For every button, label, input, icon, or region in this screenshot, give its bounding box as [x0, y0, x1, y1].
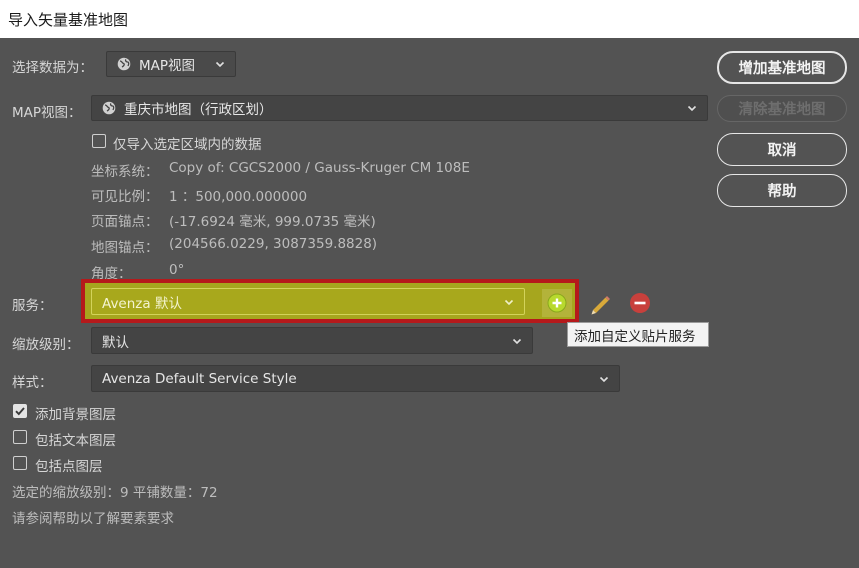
coord-system-value: Copy of: CGCS2000 / Gauss-Kruger CM 108E — [169, 160, 470, 176]
service-label: 服务： — [12, 298, 53, 314]
angle-value: 0° — [169, 262, 185, 278]
page-anchor-label: 页面锚点： — [91, 214, 159, 230]
page-anchor-value: (-17.6924 毫米, 999.0735 毫米) — [169, 214, 376, 230]
map-view-dropdown[interactable]: 重庆市地图（行政区划） — [91, 95, 708, 121]
chevron-down-icon — [504, 299, 514, 305]
add-basemap-button[interactable]: 增加基准地图 — [717, 51, 847, 84]
style-label: 样式： — [12, 375, 53, 391]
help-note-text: 请参阅帮助以了解要素要求 — [12, 511, 174, 527]
window-title: 导入矢量基准地图 — [0, 0, 859, 38]
service-dropdown[interactable]: Avenza 默认 — [91, 288, 525, 315]
zoom-label: 缩放级别： — [12, 337, 80, 353]
zoom-value: 默认 — [102, 334, 129, 351]
add-service-button[interactable] — [542, 289, 572, 317]
edit-service-button[interactable] — [586, 289, 614, 317]
only-selected-checkbox[interactable] — [92, 134, 106, 148]
background-layer-label: 添加背景图层 — [35, 407, 116, 423]
pencil-icon — [591, 296, 610, 315]
map-view-value: 重庆市地图（行政区划） — [124, 102, 273, 118]
coord-system-label: 坐标系统： — [91, 164, 159, 180]
map-view-label: MAP视图： — [12, 105, 82, 121]
background-layer-checkbox[interactable] — [13, 404, 27, 418]
point-layer-checkbox[interactable] — [13, 456, 27, 470]
scale-value: 1 ：500,000.000000 — [169, 189, 308, 205]
service-value: Avenza 默认 — [102, 295, 182, 312]
zoom-dropdown[interactable]: 默认 — [91, 327, 533, 354]
check-icon — [15, 407, 25, 416]
add-service-tooltip: 添加自定义贴片服务 — [567, 322, 709, 347]
only-selected-label: 仅导入选定区域内的数据 — [113, 137, 262, 153]
plus-circle-icon — [547, 293, 567, 313]
style-dropdown[interactable]: Avenza Default Service Style — [91, 365, 620, 392]
clear-basemap-button[interactable]: 清除基准地图 — [717, 95, 847, 122]
text-layer-checkbox[interactable] — [13, 430, 27, 444]
chevron-down-icon — [512, 338, 522, 344]
style-value: Avenza Default Service Style — [102, 370, 297, 387]
chevron-down-icon — [687, 105, 697, 112]
minus-circle-icon — [630, 293, 650, 313]
selected-zoom-text: 选定的缩放级别：9 平铺数量：72 — [12, 485, 218, 501]
globe-icon — [102, 101, 116, 115]
chevron-down-icon — [215, 61, 225, 68]
select-data-label: 选择数据为： — [12, 60, 93, 76]
text-layer-label: 包括文本图层 — [35, 433, 116, 449]
cancel-button[interactable]: 取消 — [717, 133, 847, 166]
scale-label: 可见比例： — [91, 189, 159, 205]
select-data-value: MAP视图 — [139, 58, 196, 74]
globe-icon — [117, 57, 131, 71]
help-button[interactable]: 帮助 — [717, 174, 847, 207]
map-anchor-label: 地图锚点： — [91, 240, 159, 256]
remove-service-button[interactable] — [628, 291, 652, 315]
chevron-down-icon — [599, 376, 609, 382]
map-anchor-value: (204566.0229, 3087359.8828) — [169, 236, 378, 252]
select-data-dropdown[interactable]: MAP视图 — [106, 51, 236, 77]
point-layer-label: 包括点图层 — [35, 459, 103, 475]
